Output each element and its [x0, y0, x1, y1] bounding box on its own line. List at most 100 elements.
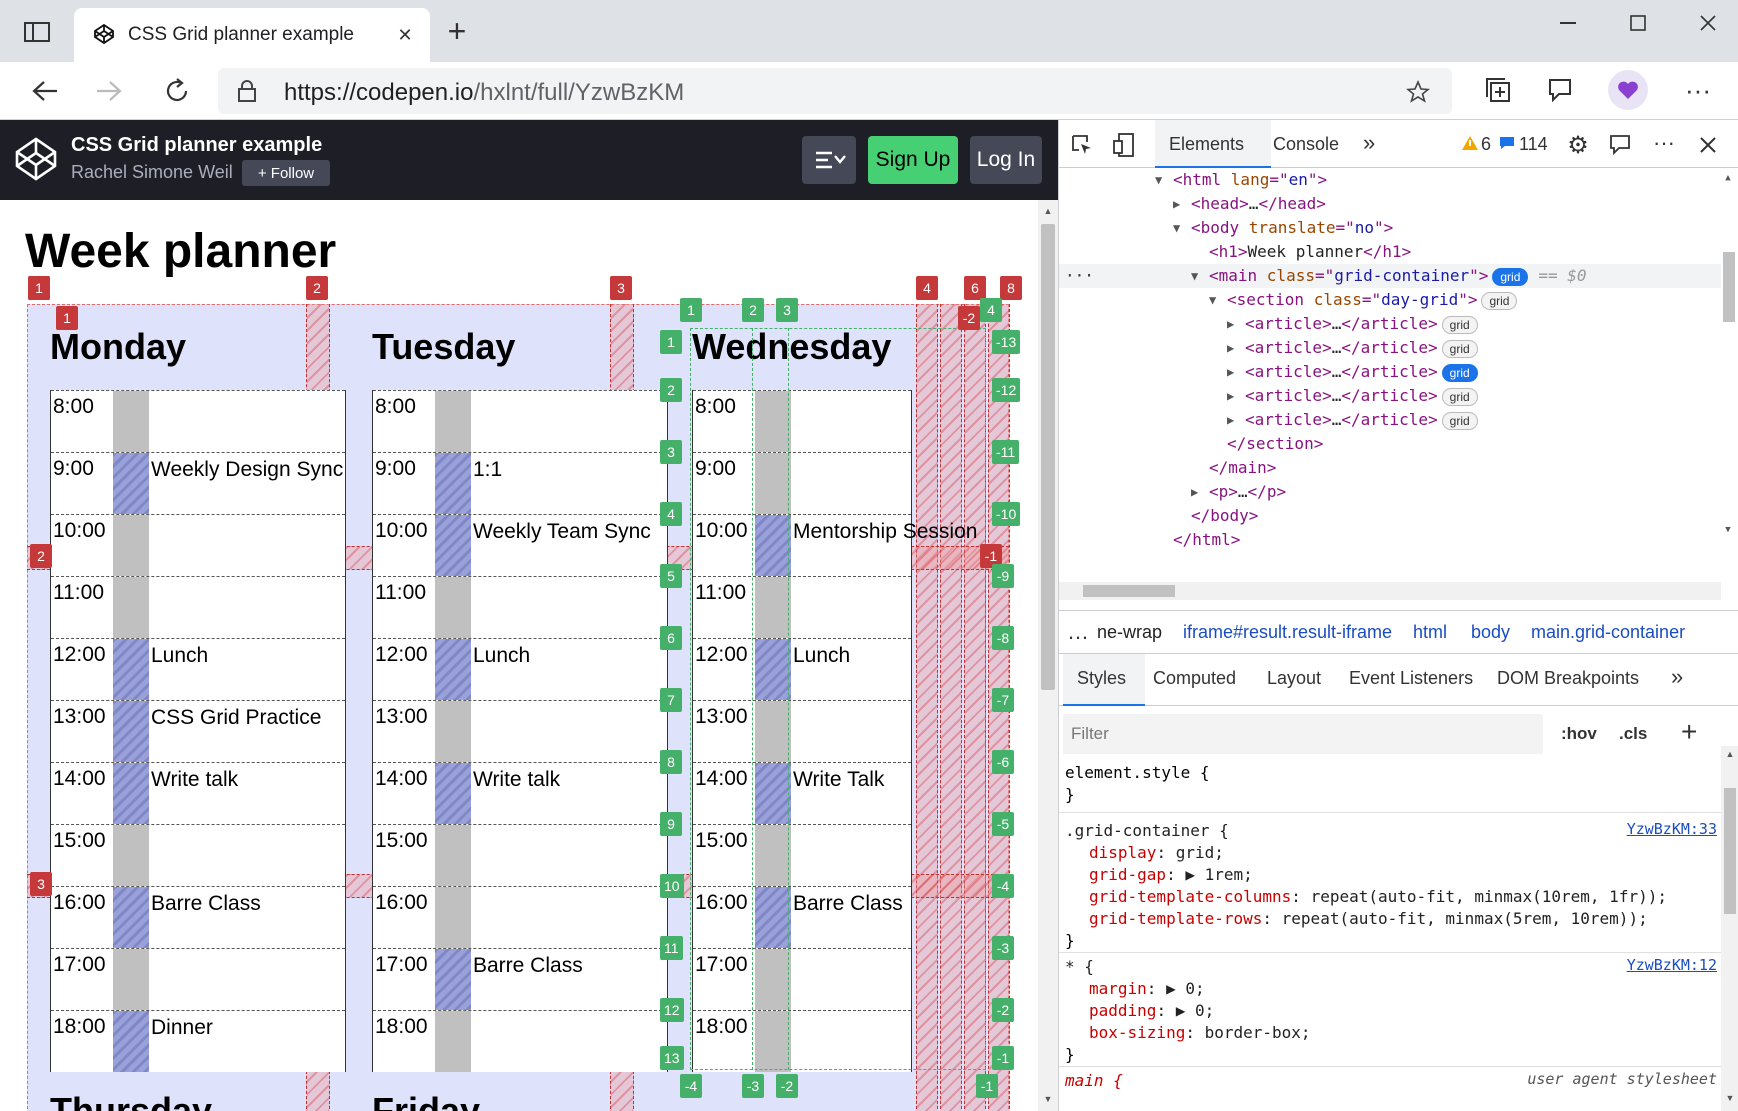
dom-hscroll[interactable] [1059, 582, 1721, 600]
slot-event[interactable]: Write talk [473, 767, 669, 793]
omnibox[interactable]: https://codepen.io/hxlnt/full/YzwBzKM [218, 68, 1452, 114]
tab-layout[interactable]: Layout [1267, 668, 1321, 689]
expand-arrow-icon[interactable]: ▶ [1173, 192, 1180, 216]
scroll-up-icon[interactable]: ▲ [1042, 206, 1054, 216]
feedback-icon[interactable] [1607, 132, 1633, 158]
expand-arrow-icon[interactable]: ▶ [1227, 336, 1234, 360]
grid-badge[interactable]: grid [1441, 363, 1478, 382]
expand-arrow-icon[interactable]: ▼ [1173, 216, 1180, 240]
tab-event-listeners[interactable]: Event Listeners [1349, 668, 1473, 689]
grid-badge[interactable]: grid [1441, 387, 1478, 406]
grid-badge[interactable]: grid [1441, 411, 1478, 430]
codepen-logo-icon[interactable] [12, 134, 60, 184]
customize-menu-icon[interactable]: ··· [1651, 130, 1677, 156]
dom-hscroll-thumb[interactable] [1083, 585, 1175, 597]
minimize-icon[interactable] [1548, 8, 1588, 38]
grid-badge[interactable]: grid [1441, 339, 1478, 358]
time-slot[interactable]: 12:00 Lunch [51, 638, 345, 700]
tab-styles[interactable]: Styles [1063, 654, 1145, 706]
dom-node[interactable]: ▼ <section class="day-grid"> grid [1059, 288, 1721, 312]
grid-badge[interactable]: grid [1481, 291, 1518, 310]
grid-badge[interactable]: grid [1492, 267, 1529, 286]
expand-arrow-icon[interactable]: ▶ [1227, 360, 1234, 384]
hov-toggle[interactable]: :hov [1561, 724, 1597, 744]
dom-node[interactable]: </html> [1059, 528, 1721, 548]
breadcrumb-item-active[interactable]: main.grid-container [1531, 622, 1685, 643]
time-slot[interactable]: 18:00 [373, 1010, 667, 1072]
dom-node[interactable]: ▼ <html lang="en"> [1059, 168, 1721, 192]
cls-toggle[interactable]: .cls [1619, 724, 1647, 744]
dom-node[interactable]: ▶ <head>…</head> [1059, 192, 1721, 216]
time-slot[interactable]: 15:00 [373, 824, 667, 886]
slot-event[interactable]: Weekly Team Sync [473, 519, 669, 545]
url-text[interactable]: https://codepen.io/hxlnt/full/YzwBzKM [284, 79, 684, 107]
dom-node[interactable]: ▶ <article>…</article> grid [1059, 384, 1721, 408]
property-value[interactable]: repeat(auto-fit, minmax(10rem, 1fr)); [1311, 887, 1667, 906]
breadcrumb-item[interactable]: body [1471, 622, 1510, 643]
property-name[interactable]: padding [1089, 1001, 1156, 1020]
dom-scroll-thumb[interactable] [1723, 252, 1735, 322]
dom-tree[interactable]: ▼ <html lang="en"> ▶ <head>…</head> ▼ <body t… [1059, 168, 1738, 548]
time-slot[interactable]: 10:00 [51, 514, 345, 576]
dom-node[interactable]: ▼ <body translate="no"> [1059, 216, 1721, 240]
property-value[interactable]: ▶ 0; [1176, 1001, 1215, 1020]
expand-arrow-icon[interactable]: ▶ [1227, 312, 1234, 336]
slot-event[interactable]: Write talk [151, 767, 347, 793]
pen-title[interactable]: CSS Grid planner example [71, 134, 322, 157]
browser-tab[interactable]: CSS Grid planner example ✕ [74, 8, 430, 62]
close-window-icon[interactable] [1688, 8, 1728, 38]
property-name[interactable]: grid-gap [1089, 865, 1166, 884]
inspect-element-icon[interactable] [1069, 132, 1095, 158]
rule-selector[interactable]: * { [1065, 956, 1094, 978]
time-slot[interactable]: 17:00 Barre Class [373, 948, 667, 1010]
time-slot[interactable]: 9:00 Weekly Design Sync [51, 452, 345, 514]
warning-count[interactable]: 6 [1481, 134, 1491, 155]
more-style-tabs-icon[interactable]: » [1671, 664, 1683, 690]
time-slot[interactable]: 18:00 Dinner [51, 1010, 345, 1072]
style-property[interactable]: grid-gap: ▶ 1rem; [1089, 864, 1253, 886]
time-slot[interactable]: 8:00 [51, 390, 345, 452]
breadcrumb-overflow-icon[interactable]: … [1067, 619, 1089, 645]
styles-scroll-thumb[interactable] [1724, 788, 1736, 914]
rule-selector[interactable]: .grid-container { [1065, 820, 1229, 842]
style-property[interactable]: margin: ▶ 0; [1089, 978, 1205, 1000]
styles-scroll-up-icon[interactable]: ▲ [1724, 748, 1736, 760]
message-icon[interactable] [1499, 135, 1515, 151]
style-property[interactable]: display: grid; [1089, 842, 1224, 864]
expand-arrow-icon[interactable]: ▼ [1191, 264, 1198, 288]
time-slot[interactable]: 14:00 Write talk [373, 762, 667, 824]
breadcrumb-item[interactable]: html [1413, 622, 1447, 643]
change-view-button[interactable] [802, 136, 856, 184]
dom-node[interactable]: <h1>Week planner</h1> [1059, 240, 1721, 264]
settings-gear-icon[interactable]: ⚙ [1565, 132, 1591, 159]
property-name[interactable]: display [1089, 843, 1156, 862]
dom-node[interactable]: ▶ <p>…</p> [1059, 480, 1721, 504]
grid-badge[interactable]: grid [1441, 315, 1478, 334]
style-property[interactable]: padding: ▶ 0; [1089, 1000, 1214, 1022]
slot-event[interactable]: Lunch [473, 643, 669, 669]
property-name[interactable]: grid-template-rows [1089, 909, 1262, 928]
tab-dom-breakpoints[interactable]: DOM Breakpoints [1497, 668, 1639, 689]
property-value[interactable]: ▶ 0; [1166, 979, 1205, 998]
dom-node[interactable]: ▶ <article>…</article> grid [1059, 312, 1721, 336]
back-icon[interactable] [26, 72, 64, 110]
forward-icon[interactable] [90, 72, 128, 110]
time-slot[interactable]: 11:00 [373, 576, 667, 638]
dom-node-menu-icon[interactable]: ··· [1065, 264, 1094, 288]
message-count[interactable]: 114 [1519, 134, 1548, 155]
styles-scrollbar[interactable]: ▲ ▼ [1721, 746, 1738, 1111]
favorite-star-icon[interactable] [1404, 78, 1432, 106]
property-value[interactable]: border-box; [1205, 1023, 1311, 1042]
breadcrumb-item[interactable]: iframe#result.result-iframe [1183, 622, 1392, 643]
tab-elements[interactable]: Elements [1155, 120, 1271, 168]
style-property[interactable]: grid-template-rows: repeat(auto-fit, min… [1089, 908, 1648, 930]
new-style-rule-icon[interactable]: + [1681, 716, 1697, 748]
time-slot[interactable]: 15:00 [51, 824, 345, 886]
slot-event[interactable]: Barre Class [151, 891, 347, 917]
slot-event[interactable]: Barre Class [473, 953, 669, 979]
expand-arrow-icon[interactable]: ▶ [1227, 408, 1234, 432]
styles-scroll-down-icon[interactable]: ▼ [1724, 1092, 1736, 1104]
dom-scroll-down-icon[interactable]: ▼ [1721, 524, 1735, 536]
page-scrollbar[interactable]: ▲ ▼ [1038, 200, 1058, 1111]
sign-up-button[interactable]: Sign Up [868, 136, 958, 184]
